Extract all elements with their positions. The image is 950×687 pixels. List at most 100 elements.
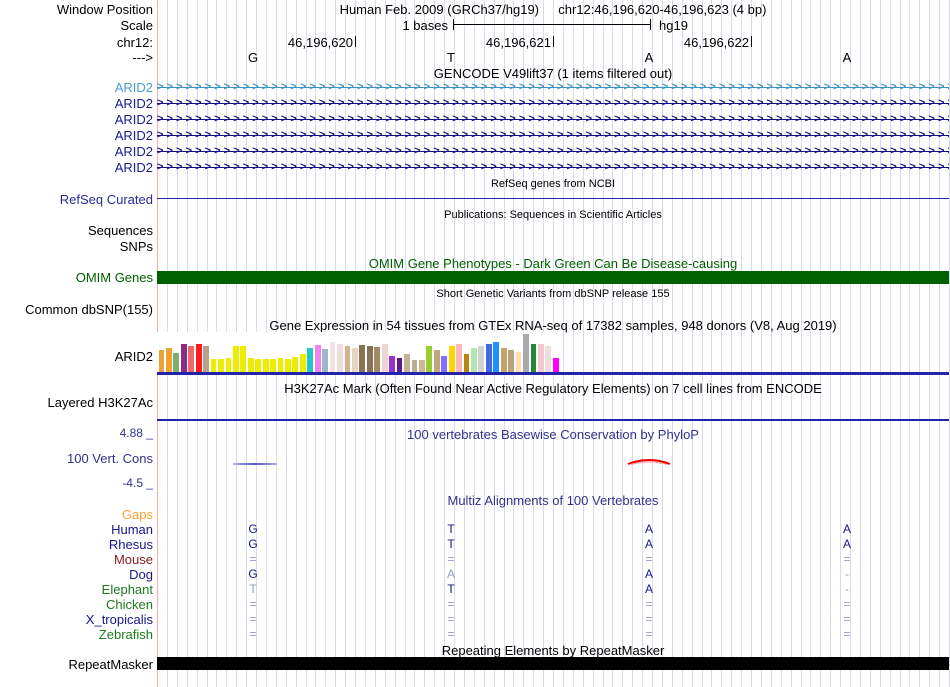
gtex-expression-bar[interactable] xyxy=(367,346,373,372)
gtex-expression-bar[interactable] xyxy=(523,334,529,372)
gtex-expression-bar[interactable] xyxy=(337,344,343,372)
gtex-expression-bar[interactable] xyxy=(307,348,313,372)
track-title-gtex[interactable]: Gene Expression in 54 tissues from GTEx … xyxy=(157,318,949,333)
gtex-expression-bar[interactable] xyxy=(196,344,202,372)
track-label-gaps: Gaps xyxy=(0,507,153,522)
gtex-expression-bar[interactable] xyxy=(159,350,165,372)
gtex-expression-bar[interactable] xyxy=(322,349,328,372)
gtex-expression-bar[interactable] xyxy=(270,359,276,372)
gencode-gene-label: ARID2 xyxy=(0,80,153,95)
gtex-expression-bar[interactable] xyxy=(226,358,232,372)
refseq-curated-line[interactable] xyxy=(157,198,949,199)
track-title-gencode[interactable]: GENCODE V49lift37 (1 items filtered out) xyxy=(157,66,949,81)
gtex-expression-bar[interactable] xyxy=(493,342,499,372)
gtex-expression-bar[interactable] xyxy=(389,356,395,372)
gtex-expression-bar[interactable] xyxy=(397,358,403,372)
gtex-expression-bar[interactable] xyxy=(173,353,179,372)
gtex-expression-bar[interactable] xyxy=(278,358,284,372)
track-title-h3k27ac[interactable]: H3K27Ac Mark (Often Found Near Active Re… xyxy=(157,381,949,396)
track-title-phylop[interactable]: 100 vertebrates Basewise Conservation by… xyxy=(157,427,949,442)
gtex-expression-bar[interactable] xyxy=(233,346,239,372)
gtex-expression-bar[interactable] xyxy=(456,344,462,372)
gtex-expression-bar[interactable] xyxy=(382,344,388,372)
gencode-transcript-line[interactable]: >>>>>>>>>>>>>>>>>>>>>>>>>>>>>>>>>>>>>>>>… xyxy=(157,145,949,158)
scale-label: Scale xyxy=(0,18,153,33)
gtex-expression-bar[interactable] xyxy=(181,344,187,372)
gencode-transcript-line[interactable]: >>>>>>>>>>>>>>>>>>>>>>>>>>>>>>>>>>>>>>>>… xyxy=(157,81,949,94)
strand-direction-label: ---> xyxy=(0,50,153,65)
track-title-dbsnp[interactable]: Short Genetic Variants from dbSNP releas… xyxy=(157,288,949,300)
gtex-expression-bar[interactable] xyxy=(441,356,447,372)
gtex-expression-bar[interactable] xyxy=(501,348,507,372)
gtex-expression-bar[interactable] xyxy=(292,357,298,372)
gtex-expression-bar[interactable] xyxy=(330,342,336,372)
alignment-base: T xyxy=(443,537,459,551)
phylop-max-label: 4.88 _ xyxy=(0,426,153,440)
alignment-base: G xyxy=(245,522,261,536)
gtex-expression-bar[interactable] xyxy=(359,345,365,372)
species-label: X_tropicalis xyxy=(0,612,153,627)
gtex-expression-bar[interactable] xyxy=(545,346,551,372)
gtex-expression-bar[interactable] xyxy=(404,354,410,372)
species-label: Zebrafish xyxy=(0,627,153,642)
ruler-tick-mark xyxy=(553,36,554,47)
gencode-transcript-line[interactable]: >>>>>>>>>>>>>>>>>>>>>>>>>>>>>>>>>>>>>>>>… xyxy=(157,129,949,142)
track-title-refseq[interactable]: RefSeq genes from NCBI xyxy=(157,178,949,190)
sequence-base: T xyxy=(441,50,461,65)
gtex-expression-bar[interactable] xyxy=(426,346,432,372)
alignment-base: = xyxy=(641,627,657,641)
gtex-expression-bar[interactable] xyxy=(412,360,418,372)
gtex-expression-bar[interactable] xyxy=(478,346,484,372)
gtex-expression-bar[interactable] xyxy=(516,352,522,372)
alignment-base: A xyxy=(443,567,459,581)
gtex-expression-bar[interactable] xyxy=(471,348,477,372)
gtex-expression-bar[interactable] xyxy=(211,359,217,372)
track-title-repeatmasker[interactable]: Repeating Elements by RepeatMasker xyxy=(157,643,949,658)
gtex-expression-bar[interactable] xyxy=(449,346,455,372)
gtex-expression-bar[interactable] xyxy=(285,359,291,372)
phylop-negative-segment[interactable] xyxy=(233,463,277,465)
gencode-transcript-line[interactable]: >>>>>>>>>>>>>>>>>>>>>>>>>>>>>>>>>>>>>>>>… xyxy=(157,113,949,126)
chrom-label: chr12: xyxy=(0,35,153,50)
gtex-expression-bar[interactable] xyxy=(315,345,321,372)
gtex-expression-bar[interactable] xyxy=(553,358,559,372)
phylop-red-peak[interactable] xyxy=(625,453,673,467)
omim-gene-bar[interactable] xyxy=(157,271,949,284)
gtex-expression-bar[interactable] xyxy=(434,350,440,372)
alignment-base: A xyxy=(839,522,855,536)
gtex-expression-bar[interactable] xyxy=(538,344,544,372)
scale-assembly: hg19 xyxy=(659,18,688,33)
gtex-expression-bar[interactable] xyxy=(508,350,514,372)
alignment-base: A xyxy=(839,537,855,551)
gtex-expression-bar[interactable] xyxy=(166,348,172,372)
track-title-publications[interactable]: Publications: Sequences in Scientific Ar… xyxy=(157,209,949,221)
gtex-expression-bar[interactable] xyxy=(203,346,209,372)
gtex-expression-bar[interactable] xyxy=(486,344,492,372)
gtex-expression-bar[interactable] xyxy=(464,354,470,372)
gtex-expression-bar[interactable] xyxy=(352,348,358,372)
ruler-tick-mark xyxy=(355,36,356,47)
gtex-expression-bar[interactable] xyxy=(531,344,537,372)
track-title-omim[interactable]: OMIM Gene Phenotypes - Dark Green Can Be… xyxy=(157,256,949,271)
alignment-base: = xyxy=(839,552,855,566)
track-title-multiz[interactable]: Multiz Alignments of 100 Vertebrates xyxy=(157,493,949,508)
gencode-transcript-line[interactable]: >>>>>>>>>>>>>>>>>>>>>>>>>>>>>>>>>>>>>>>>… xyxy=(157,97,949,110)
gtex-expression-bar[interactable] xyxy=(345,346,351,372)
alignment-base: = xyxy=(641,612,657,626)
phylop-min-label: -4.5 _ xyxy=(0,476,153,490)
ruler-number: 46,196,621 xyxy=(431,35,551,50)
gtex-expression-bar[interactable] xyxy=(255,359,261,372)
gtex-expression-bar[interactable] xyxy=(300,354,306,372)
gtex-expression-plot[interactable] xyxy=(157,332,562,372)
gtex-expression-bar[interactable] xyxy=(240,346,246,372)
gtex-expression-bar[interactable] xyxy=(374,347,380,372)
gtex-expression-bar[interactable] xyxy=(218,359,224,372)
gtex-expression-bar[interactable] xyxy=(263,359,269,372)
alignment-base: = xyxy=(641,597,657,611)
repeatmasker-bar[interactable] xyxy=(157,657,949,670)
gencode-transcript-line[interactable]: >>>>>>>>>>>>>>>>>>>>>>>>>>>>>>>>>>>>>>>>… xyxy=(157,161,949,174)
gtex-expression-bar[interactable] xyxy=(248,358,254,372)
gtex-expression-bar[interactable] xyxy=(419,360,425,372)
species-label: Elephant xyxy=(0,582,153,597)
gtex-expression-bar[interactable] xyxy=(188,346,194,372)
